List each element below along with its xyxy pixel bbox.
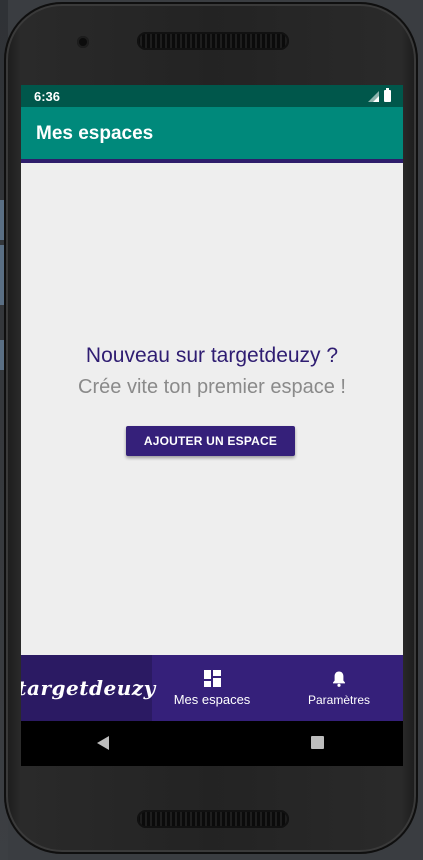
add-space-button[interactable]: AJOUTER UN ESPACE: [126, 426, 295, 456]
main-content: Nouveau sur targetdeuzy ? Crée vite ton …: [21, 163, 403, 655]
nav-item-parametres[interactable]: Paramètres: [283, 655, 395, 721]
status-bar: 6:36: [21, 85, 403, 107]
bottom-speaker: [137, 810, 289, 828]
nav-item-mes-espaces[interactable]: Mes espaces: [152, 655, 272, 721]
nav-label-parametres: Paramètres: [307, 692, 371, 707]
dashboard-grid-icon: [203, 669, 221, 687]
bottom-navigation: targetdeuzy Mes espaces Paramètres: [21, 655, 403, 721]
welcome-subtitle: Crée vite ton premier espace !: [78, 376, 346, 398]
back-icon[interactable]: [97, 736, 109, 750]
top-speaker: [137, 32, 289, 50]
status-time: 6:36: [34, 89, 61, 104]
status-icons: [368, 88, 391, 102]
phone-screen: 6:36 Mes espaces Nouveau sur targetdeuzy…: [21, 85, 403, 766]
brand-cell: targetdeuzy: [21, 655, 155, 721]
nav-label-mes-espaces: Mes espaces: [173, 691, 251, 707]
welcome-title: Nouveau sur targetdeuzy ?: [85, 344, 339, 367]
app-bar: Mes espaces: [21, 107, 403, 163]
system-navigation-bar: [21, 721, 403, 766]
bell-icon: [333, 671, 345, 687]
brand-logo: targetdeuzy: [21, 676, 156, 700]
page-title: Mes espaces: [36, 123, 154, 144]
front-camera: [77, 36, 89, 48]
signal-icon: [368, 91, 379, 102]
recents-icon[interactable]: [311, 736, 324, 749]
battery-icon: [384, 88, 391, 102]
